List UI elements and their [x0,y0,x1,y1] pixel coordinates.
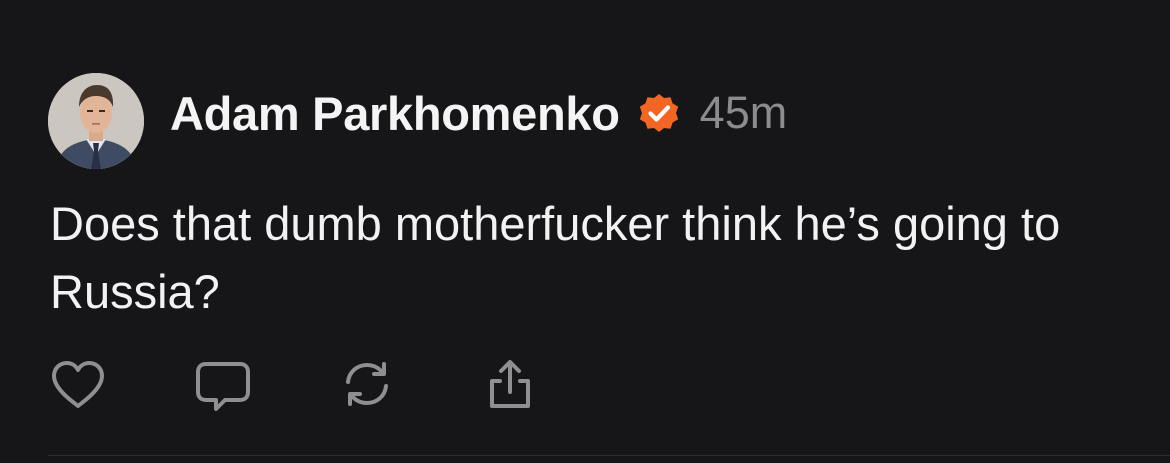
share-button[interactable] [480,358,540,414]
post-divider [48,455,1170,456]
verified-badge-icon [636,90,682,136]
share-icon [490,360,530,408]
timestamp: 45m [699,87,788,138]
repost-icon [346,362,388,406]
author-name[interactable]: Adam Parkhomenko [170,86,620,141]
like-button[interactable] [48,358,108,414]
comment-button[interactable] [192,358,252,414]
heart-icon [52,361,104,408]
avatar[interactable] [48,73,144,169]
repost-button[interactable] [336,358,396,414]
post-header: Adam Parkhomenko 45m [170,84,787,142]
avatar-image [48,73,144,169]
post-body-text: Does that dumb motherfucker think he’s g… [50,197,1061,318]
comment-icon [196,362,250,411]
post-card: Adam Parkhomenko 45m Does that dumb moth… [0,0,1170,463]
